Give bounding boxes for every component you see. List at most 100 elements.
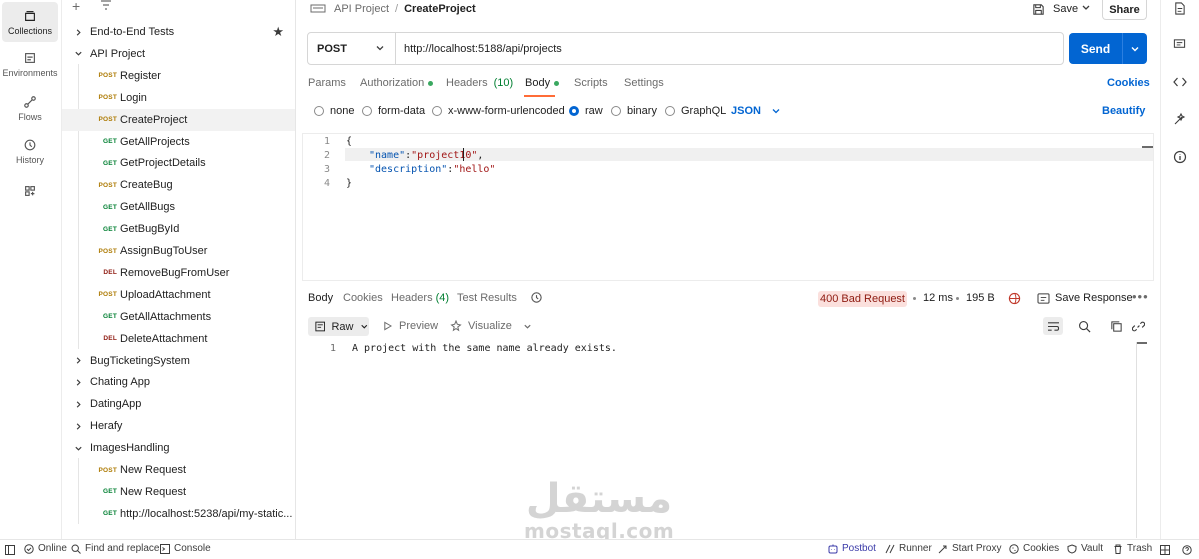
online-status[interactable]: Online: [24, 543, 67, 554]
tree-folder[interactable]: End-to-End Tests ★: [62, 21, 295, 43]
find-replace-button[interactable]: Find and replace: [71, 543, 160, 554]
body-type-form-data[interactable]: form-data: [362, 105, 425, 117]
rail-configure[interactable]: [2, 172, 58, 212]
tree-request[interactable]: POST CreateProject: [62, 108, 295, 131]
search-response-button[interactable]: [1075, 317, 1093, 335]
chevron-right-icon[interactable]: [72, 376, 84, 388]
related-collections-icon[interactable]: [1173, 112, 1187, 126]
response-tab-test-results[interactable]: Test Results: [457, 292, 517, 304]
tree-request[interactable]: GET GetProjectDetails: [62, 152, 295, 174]
tab-scripts[interactable]: Scripts: [574, 77, 608, 89]
beautify-link[interactable]: Beautify: [1102, 105, 1145, 117]
postbot-button[interactable]: Postbot: [828, 543, 876, 554]
console-button[interactable]: Console: [160, 543, 211, 554]
response-scrollbar[interactable]: [1136, 342, 1137, 538]
runner-button[interactable]: Runner: [885, 543, 932, 554]
view-mode-select[interactable]: Raw: [308, 317, 369, 336]
code-icon[interactable]: [1173, 76, 1187, 88]
chevron-right-icon[interactable]: [72, 26, 84, 38]
cookies-link[interactable]: Cookies: [1107, 77, 1150, 89]
info-icon[interactable]: [1173, 150, 1187, 164]
history-icon[interactable]: [530, 291, 543, 304]
save-response-button[interactable]: Save Response: [1037, 292, 1133, 304]
tree-folder[interactable]: DatingApp: [62, 393, 295, 415]
tree-request[interactable]: GET GetAllBugs: [62, 196, 295, 218]
response-tab-cookies[interactable]: Cookies: [343, 292, 383, 304]
tree-request[interactable]: GET GetBugById: [62, 218, 295, 240]
format-select[interactable]: JSON: [731, 105, 781, 117]
tree-request[interactable]: DEL RemoveBugFromUser: [62, 262, 295, 284]
tab-settings[interactable]: Settings: [624, 77, 664, 89]
body-type-graphql[interactable]: GraphQL: [665, 105, 726, 117]
tree-request[interactable]: POST New Request: [62, 459, 295, 481]
tree-request[interactable]: POST UploadAttachment: [62, 284, 295, 306]
tree-folder[interactable]: ImagesHandling: [62, 437, 295, 459]
chevron-down-icon[interactable]: [1081, 4, 1091, 12]
tab-headers[interactable]: Headers (10): [446, 77, 513, 89]
response-body-text[interactable]: A project with the same name already exi…: [352, 343, 617, 354]
star-icon[interactable]: ★: [272, 24, 284, 40]
tree-request[interactable]: POST Login: [62, 87, 295, 109]
tree-request[interactable]: GET GetAllProjects: [62, 131, 295, 153]
save-button[interactable]: Save: [1032, 2, 1078, 16]
more-options-icon[interactable]: •••: [1132, 289, 1149, 304]
chevron-right-icon[interactable]: [72, 355, 84, 367]
tree-folder[interactable]: BugTicketingSystem: [62, 350, 295, 372]
status-badge[interactable]: 400 Bad Request: [818, 291, 907, 307]
tab-body[interactable]: Body: [525, 77, 560, 89]
trash-button[interactable]: Trash: [1113, 543, 1152, 554]
comments-icon[interactable]: [1173, 38, 1186, 51]
tree-folder[interactable]: Herafy: [62, 415, 295, 437]
response-tab-body[interactable]: Body: [308, 292, 333, 304]
body-type-raw[interactable]: raw: [569, 105, 603, 117]
breadcrumb-current[interactable]: CreateProject: [404, 3, 476, 15]
rail-collections[interactable]: Collections: [2, 2, 58, 42]
tab-params[interactable]: Params: [308, 77, 346, 89]
chevron-down-icon[interactable]: [72, 442, 84, 454]
wrap-lines-button[interactable]: [1043, 317, 1063, 335]
start-proxy-button[interactable]: Start Proxy: [938, 543, 1001, 554]
method-select[interactable]: POST: [308, 33, 396, 64]
layout-icon[interactable]: [1160, 545, 1170, 555]
preview-button[interactable]: Preview: [383, 320, 438, 332]
breadcrumb-parent[interactable]: API Project: [334, 3, 389, 15]
body-type-none[interactable]: none: [314, 105, 354, 117]
vault-button[interactable]: Vault: [1067, 543, 1103, 554]
response-tab-headers[interactable]: Headers (4): [391, 292, 449, 304]
tree-folder[interactable]: Chating App: [62, 371, 295, 393]
tree-folder[interactable]: API Project: [62, 43, 295, 65]
chevron-right-icon[interactable]: [72, 420, 84, 432]
send-button[interactable]: Send: [1069, 33, 1147, 64]
share-button[interactable]: Share: [1102, 0, 1147, 20]
rail-flows[interactable]: Flows: [2, 88, 58, 128]
help-icon[interactable]: [1182, 545, 1192, 555]
response-time[interactable]: 12 ms: [923, 292, 953, 304]
response-size[interactable]: 195 B: [966, 292, 995, 304]
rail-environments[interactable]: Environments: [2, 44, 58, 84]
tree-request[interactable]: DEL DeleteAttachment: [62, 328, 295, 350]
tree-request[interactable]: GET http://localhost:5238/api/my-static..…: [62, 503, 295, 525]
body-type-urlencoded[interactable]: x-www-form-urlencoded: [432, 105, 565, 117]
tree-request[interactable]: GET GetAllAttachments: [62, 306, 295, 328]
add-icon[interactable]: +: [72, 0, 80, 13]
rail-history[interactable]: History: [2, 131, 58, 171]
url-input[interactable]: http://localhost:5188/api/projects: [404, 43, 562, 55]
documentation-icon[interactable]: [1173, 2, 1186, 15]
breadcrumb-separator: /: [395, 3, 399, 15]
chevron-right-icon[interactable]: [72, 398, 84, 410]
body-type-binary[interactable]: binary: [611, 105, 657, 117]
cookies-button[interactable]: Cookies: [1009, 543, 1059, 554]
toggle-sidebar-icon[interactable]: [5, 545, 15, 555]
filter-icon[interactable]: [100, 0, 112, 10]
link-response-button[interactable]: [1129, 317, 1147, 335]
visualize-button[interactable]: Visualize: [450, 320, 532, 332]
tree-request[interactable]: POST Register: [62, 65, 295, 87]
send-options-button[interactable]: [1123, 44, 1147, 54]
network-icon[interactable]: [1008, 292, 1021, 305]
tree-request[interactable]: POST AssignBugToUser: [62, 240, 295, 262]
tree-request[interactable]: GET New Request: [62, 481, 295, 503]
chevron-down-icon[interactable]: [72, 48, 84, 60]
tree-request[interactable]: POST CreateBug: [62, 174, 295, 196]
tab-authorization[interactable]: Authorization: [360, 77, 434, 89]
copy-response-button[interactable]: [1107, 317, 1125, 335]
